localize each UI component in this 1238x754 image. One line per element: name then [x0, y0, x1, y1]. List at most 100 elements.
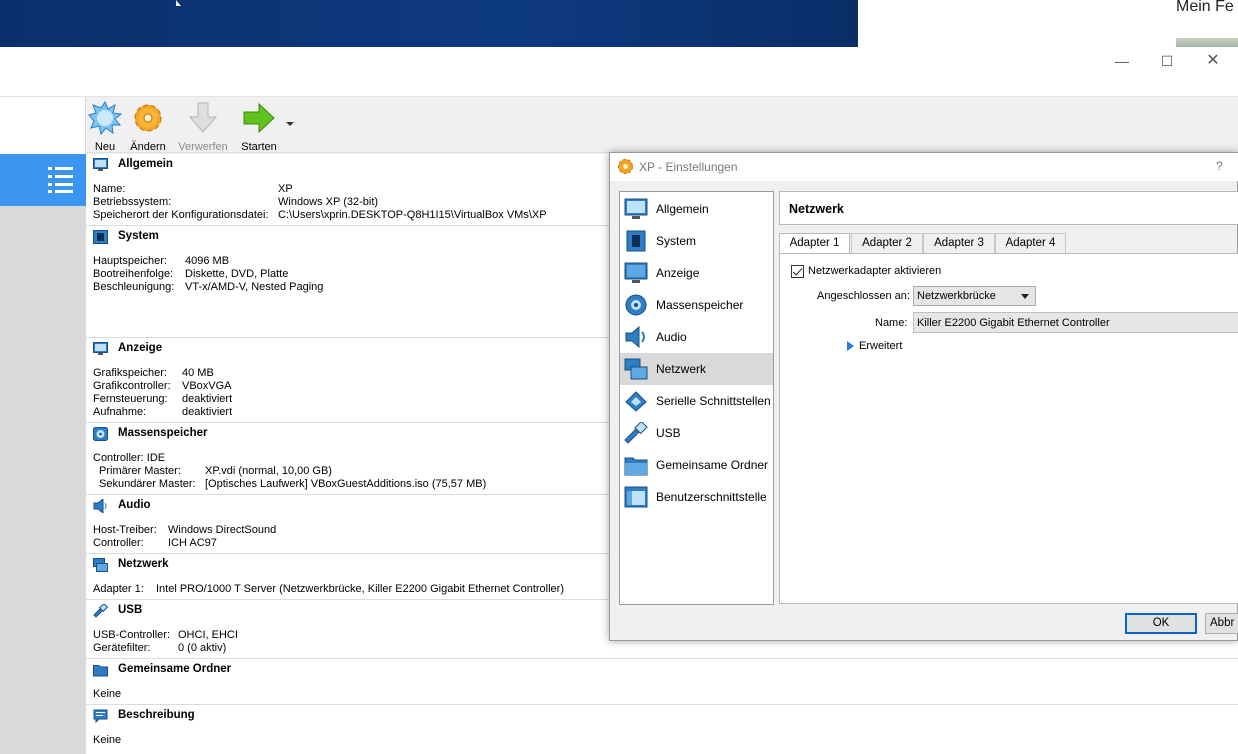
start-arrow-icon: [243, 102, 275, 134]
display-remote-key: Fernsteuerung:: [93, 393, 168, 405]
main-toolbar: Neu Ändern Verwerfen Starten: [86, 97, 1238, 153]
section-description-title: Beschreibung: [118, 709, 195, 721]
storage-secondary-value: [Optisches Laufwerk] VBoxGuestAdditions.…: [205, 478, 487, 490]
general-config-key: Speicherort der Konfigurationsdatei:: [93, 209, 269, 221]
advanced-toggle[interactable]: Erweitert: [859, 340, 902, 352]
minimize-button[interactable]: —: [1110, 51, 1134, 71]
settings-page-header: Netzwerk: [779, 191, 1238, 225]
storage-secondary-key: Sekundärer Master:: [99, 478, 196, 490]
settings-page-title: Netzwerk: [789, 202, 844, 216]
category-general[interactable]: Allgemein: [620, 193, 773, 225]
adapter-tab-panel: Netzwerkadapter aktivieren Angeschlossen…: [779, 253, 1238, 604]
attached-to-value: Netzwerkbrücke: [917, 290, 996, 302]
network-adapter-value: Intel PRO/1000 T Server (Netzwerkbrücke,…: [156, 583, 564, 595]
category-label: Benutzerschnittstelle: [656, 490, 767, 504]
category-shared-folders[interactable]: Gemeinsame Ordner: [620, 449, 773, 481]
change-button-label: Ändern: [130, 141, 166, 153]
audio-host-key: Host-Treiber:: [93, 524, 157, 536]
usb-icon: [93, 604, 108, 618]
adapter-name-value: Killer E2200 Gigabit Ethernet Controller: [917, 317, 1110, 329]
dialog-gear-icon: [618, 159, 633, 174]
speaker-icon: [625, 326, 645, 348]
category-network-selected[interactable]: Netzwerk: [620, 353, 773, 385]
general-os-key: Betriebssystem:: [93, 196, 172, 208]
start-button[interactable]: Starten: [232, 101, 286, 153]
speaker-icon: [93, 499, 107, 513]
disk-icon: [93, 427, 108, 441]
vm-list-item-selected[interactable]: [0, 154, 86, 206]
section-display-title: Anzeige: [118, 342, 163, 354]
discard-button[interactable]: Verwerfen: [176, 101, 230, 153]
display-vram-value: 40 MB: [182, 367, 214, 379]
audio-controller-key: Controller:: [93, 537, 144, 549]
speech-bubble-icon: [93, 709, 108, 723]
discard-button-label: Verwerfen: [178, 141, 228, 153]
general-config-value: C:\Users\xprin.DESKTOP-Q8H1I15\VirtualBo…: [278, 209, 547, 221]
vm-list-panel: [0, 97, 86, 754]
expand-arrow-icon[interactable]: [847, 341, 854, 351]
monitor-icon: [624, 198, 648, 219]
section-storage-title: Massenspeicher: [118, 427, 208, 439]
system-memory-value: 4096 MB: [185, 255, 230, 267]
category-storage[interactable]: Massenspeicher: [620, 289, 773, 321]
discard-arrow-icon: [188, 102, 218, 133]
network-adapter-key: Adapter 1:: [93, 583, 144, 595]
section-network-title: Netzwerk: [118, 558, 169, 570]
settings-category-list: Allgemein System Anzeige Massenspeicher …: [619, 191, 774, 605]
attached-to-select[interactable]: Netzwerkbrücke: [913, 286, 1036, 306]
display-capture-key: Aufnahme:: [93, 406, 147, 418]
usb-filter-key: Gerätefilter:: [93, 642, 151, 654]
new-star-icon: [88, 100, 123, 136]
list-menu-icon[interactable]: [48, 165, 74, 193]
display-controller-key: Grafikcontroller:: [93, 380, 171, 392]
network-icon: [624, 358, 648, 380]
dialog-titlebar: XP - Einstellungen ?: [610, 153, 1238, 181]
general-name-value: XP: [278, 183, 293, 195]
general-name-key: Name:: [93, 183, 126, 195]
enable-adapter-checkbox[interactable]: [791, 265, 804, 278]
tab-adapter-1[interactable]: Adapter 1: [779, 233, 850, 254]
tab-adapter-2[interactable]: Adapter 2: [851, 233, 923, 253]
cancel-button[interactable]: Abbr: [1205, 613, 1238, 634]
category-user-interface[interactable]: Benutzerschnittstelle: [620, 481, 773, 513]
description-value: Keine: [93, 734, 122, 746]
category-audio[interactable]: Audio: [620, 321, 773, 353]
gear-icon: [134, 104, 162, 132]
display-remote-value: deaktiviert: [182, 393, 233, 405]
settings-dialog: XP - Einstellungen ? Allgemein System An…: [609, 152, 1238, 641]
usb-filter-value: 0 (0 aktiv): [178, 642, 227, 654]
start-dropdown-arrow-icon[interactable]: [286, 122, 294, 126]
section-shared-folders: Gemeinsame Ordner Keine: [86, 659, 1238, 705]
category-label: Allgemein: [656, 202, 709, 216]
category-usb[interactable]: USB: [620, 417, 773, 449]
system-accel-key: Beschleunigung:: [93, 281, 175, 293]
display-vram-key: Grafikspeicher:: [93, 367, 167, 379]
enable-adapter-label[interactable]: Netzwerkadapter aktivieren: [808, 265, 941, 277]
change-button[interactable]: Ändern: [121, 101, 175, 153]
help-button[interactable]: ?: [1216, 159, 1223, 173]
adapter-name-label: Name:: [875, 317, 908, 329]
section-general-title: Allgemein: [118, 158, 173, 170]
system-boot-value: Diskette, DVD, Platte: [185, 268, 289, 280]
attached-to-label: Angeschlossen an:: [817, 290, 910, 302]
ok-button[interactable]: OK: [1125, 613, 1197, 634]
display-capture-value: deaktiviert: [182, 406, 233, 418]
maximize-button[interactable]: ☐: [1155, 51, 1179, 71]
display-controller-value: VBoxVGA: [182, 380, 232, 392]
browser-title-fragment: Mein Fe: [1176, 0, 1234, 15]
category-display[interactable]: Anzeige: [620, 257, 773, 289]
audio-host-value: Windows DirectSound: [168, 524, 277, 536]
start-button-label: Starten: [241, 141, 277, 153]
mouse-cursor: [176, 0, 181, 6]
tab-adapter-4[interactable]: Adapter 4: [995, 233, 1066, 253]
section-shared-title: Gemeinsame Ordner: [118, 663, 232, 675]
category-system[interactable]: System: [620, 225, 773, 257]
general-os-value: Windows XP (32-bit): [278, 196, 379, 208]
category-serial[interactable]: Serielle Schnittstellen: [620, 385, 773, 417]
adapter-name-select[interactable]: Killer E2200 Gigabit Ethernet Controller: [913, 312, 1238, 333]
tab-adapter-3[interactable]: Adapter 3: [923, 233, 995, 253]
category-label: Anzeige: [656, 266, 700, 280]
category-label: Massenspeicher: [656, 298, 744, 312]
storage-controller-line: Controller: IDE: [93, 452, 166, 464]
close-button[interactable]: ✕: [1201, 51, 1225, 71]
